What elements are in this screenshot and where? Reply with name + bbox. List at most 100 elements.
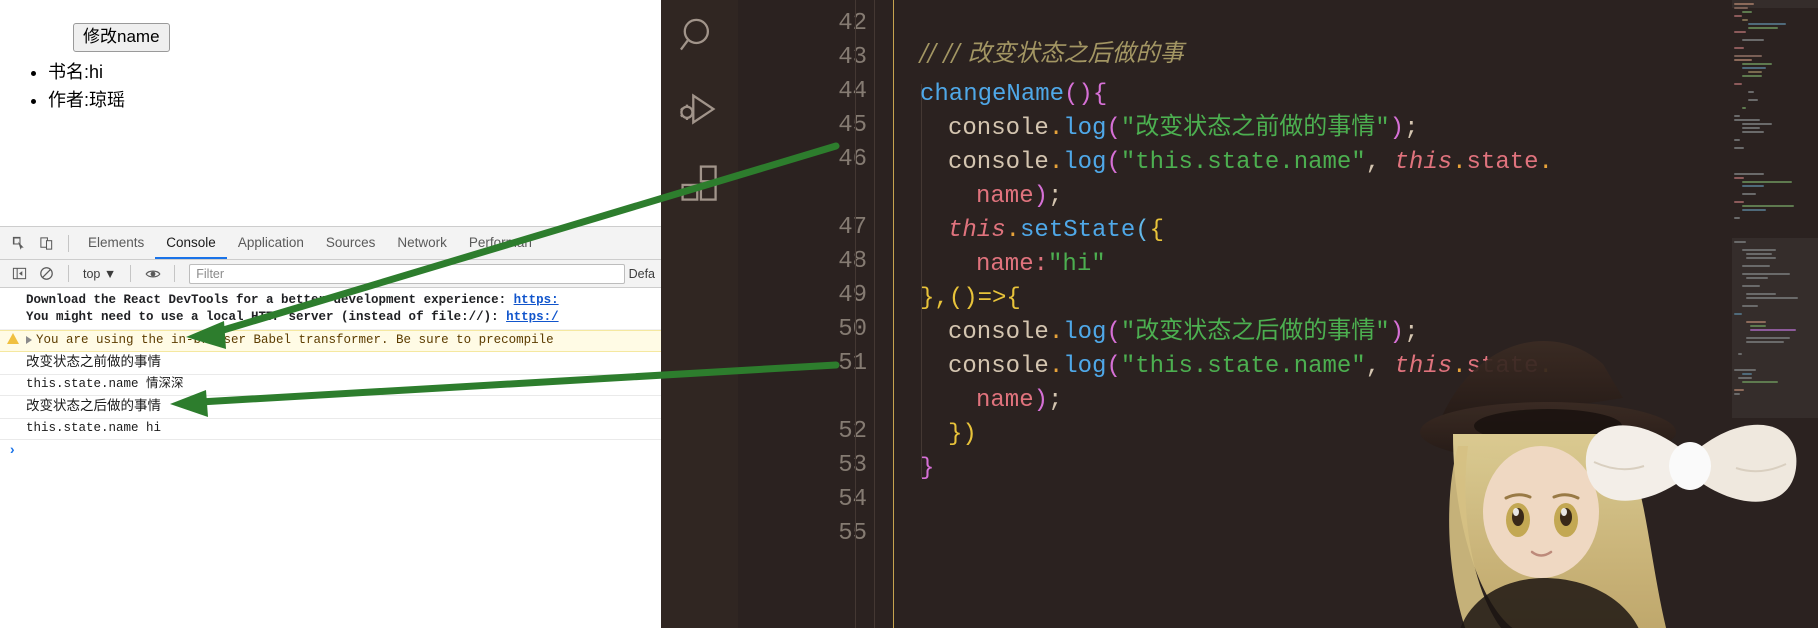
console-message-line-2: You might need to use a local HTTP serve… (0, 309, 661, 326)
console-sidebar-icon[interactable] (6, 260, 33, 287)
search-icon[interactable] (672, 8, 728, 64)
console-message-info: Download the React DevTools for a better… (0, 288, 661, 330)
console-toolbar: top ▼ Defa (0, 260, 661, 288)
semicolon-token: ; (1404, 115, 1419, 142)
close-paren-token: ) (1389, 319, 1405, 346)
indent-guide (921, 84, 922, 478)
device-toolbar-icon[interactable] (33, 230, 60, 257)
open-paren-token: ( (1106, 115, 1121, 142)
colon-token: : (1033, 251, 1049, 278)
log-text: 改变状态之后做的事情 (26, 398, 161, 414)
open-paren-token: ( (1106, 149, 1121, 176)
code-line-51-wrap: name); (976, 384, 1062, 418)
method-token: log (1063, 319, 1107, 346)
extensions-icon[interactable] (672, 156, 728, 212)
string-token: "this.state.name" (1120, 149, 1366, 176)
property-token: name (976, 387, 1034, 414)
react-devtools-link[interactable]: https: (514, 293, 559, 307)
code-line-46-wrap: name); (976, 180, 1062, 214)
editor-minimap[interactable] (1732, 0, 1818, 628)
comma-token: , (1365, 353, 1395, 380)
tab-performance[interactable]: Performan (458, 227, 543, 259)
http-server-link[interactable]: https:/ (506, 310, 559, 324)
inspect-element-icon[interactable] (6, 230, 33, 257)
change-name-button[interactable]: 修改name (73, 23, 170, 52)
code-line-46: console.log("this.state.name", this.stat… (948, 146, 1553, 180)
console-output[interactable]: Download the React DevTools for a better… (0, 288, 661, 628)
line-number: 53 (838, 452, 867, 479)
method-token: setState (1020, 217, 1136, 244)
devtools-tabbar: Elements Console Application Sources Net… (0, 227, 661, 260)
execution-context-selector[interactable]: top ▼ (77, 267, 122, 281)
console-filter-input[interactable] (189, 263, 625, 284)
dot-token: . (1048, 353, 1064, 380)
object-token: console (948, 353, 1049, 380)
code-line-43: // // 改变状态之后做的事 (920, 36, 1184, 73)
comma-token: , (1365, 149, 1395, 176)
line-number: 44 (838, 78, 867, 105)
console-message-log-4[interactable]: this.state.name hi (0, 419, 661, 440)
clear-console-icon[interactable] (33, 260, 60, 287)
object-token: console (948, 115, 1049, 142)
object-token: console (948, 319, 1049, 346)
open-paren-token: ( (1135, 217, 1150, 244)
code-line-44: changeName(){ (920, 78, 1107, 112)
line-number: 51 (838, 350, 867, 377)
dot-token: . (1538, 353, 1553, 380)
live-expression-icon[interactable] (139, 260, 166, 287)
tab-application[interactable]: Application (227, 227, 315, 259)
warning-icon (0, 332, 26, 344)
devtools-panel: Elements Console Application Sources Net… (0, 226, 661, 628)
console-message-warning[interactable]: You are using the in-browser Babel trans… (0, 330, 661, 352)
react-devtools-text: Download the React DevTools for a better… (26, 293, 514, 307)
prompt-chevron-icon: › (8, 443, 17, 459)
dot-token: . (1048, 319, 1064, 346)
code-editor[interactable]: 42 43 44 45 46 47 48 49 50 51 52 53 54 5… (738, 0, 1818, 628)
tab-sources[interactable]: Sources (315, 227, 387, 259)
dot-token: . (1538, 149, 1553, 176)
property-token: state (1466, 149, 1539, 176)
line-number: 45 (838, 112, 867, 139)
string-token: "hi" (1048, 251, 1106, 278)
active-indent-guide (893, 0, 894, 628)
close-paren-token: ) (1389, 115, 1405, 142)
line-number: 48 (838, 248, 867, 275)
warning-text: You are using the in-browser Babel trans… (36, 333, 554, 347)
console-prompt[interactable]: › (0, 440, 661, 462)
indent-guide (855, 0, 856, 628)
toolbar-divider-3 (130, 265, 132, 282)
property-token: name (976, 251, 1034, 278)
toolbar-divider (68, 234, 69, 252)
tab-elements[interactable]: Elements (77, 227, 155, 259)
line-number: 46 (838, 146, 867, 173)
list-item-book-name: 书名:hi (48, 58, 125, 86)
run-and-debug-icon[interactable] (672, 82, 728, 138)
this-token: this (948, 217, 1006, 244)
method-token: log (1063, 353, 1107, 380)
list-item-author: 作者:琼瑶 (48, 86, 125, 114)
indent-guide (874, 0, 875, 628)
console-message-log-1[interactable]: 改变状态之前做的事情 (0, 352, 661, 375)
close-paren-token: ) (1033, 183, 1049, 210)
log-gutter (0, 397, 26, 398)
tab-network[interactable]: Network (386, 227, 458, 259)
semicolon-token: ; (1404, 319, 1419, 346)
line-number: 43 (838, 44, 867, 71)
method-token: log (1063, 149, 1107, 176)
code-line-45: console.log("改变状态之前做的事情"); (948, 112, 1418, 146)
http-server-text: You might need to use a local HTTP serve… (26, 310, 507, 324)
log-levels-selector[interactable]: Defa (629, 267, 661, 281)
console-message-log-2[interactable]: this.state.name 情深深 (0, 375, 661, 396)
brace-token: { (1092, 81, 1108, 108)
property-token: name (976, 183, 1034, 210)
console-message-log-3[interactable]: 改变状态之后做的事情 (0, 396, 661, 419)
code-line-53: } (920, 452, 934, 486)
comment-token: // // 改变状态之后做的事 (920, 39, 1184, 67)
tab-console[interactable]: Console (155, 227, 227, 259)
code-line-52: }) (948, 418, 977, 452)
open-paren-token: ( (1106, 353, 1121, 380)
browser-window: 修改name 书名:hi 作者:琼瑶 (0, 0, 661, 628)
log-text: this.state.name 情深深 (26, 377, 184, 391)
expand-arrow-icon[interactable] (26, 336, 32, 344)
toolbar-divider-4 (174, 265, 176, 282)
